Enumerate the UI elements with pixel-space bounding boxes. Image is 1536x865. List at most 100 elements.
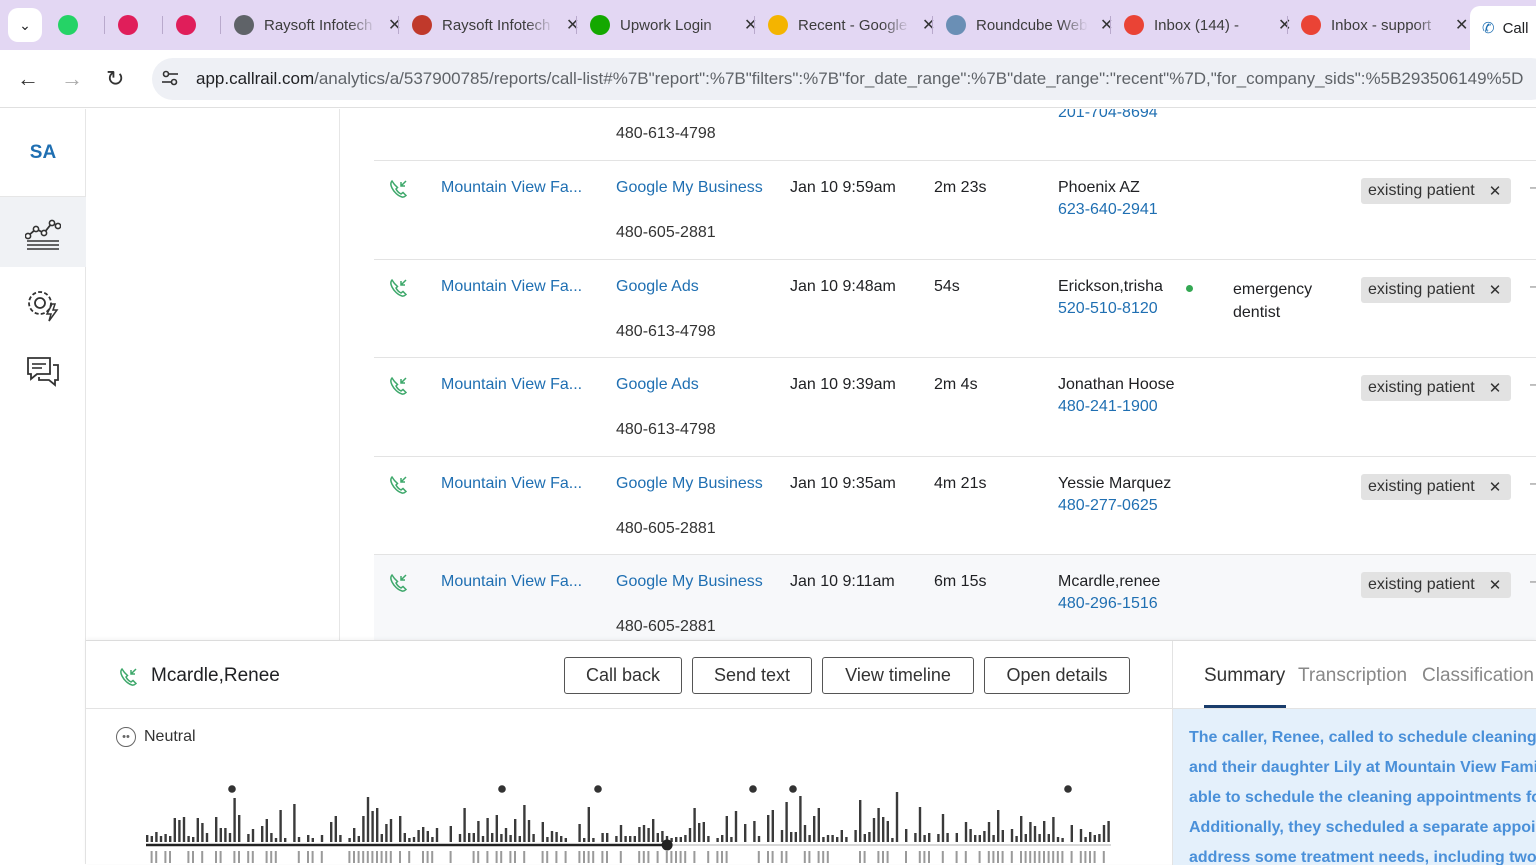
browser-tab[interactable]: Inbox - support ✕ <box>1301 8 1468 42</box>
waveform-bar <box>987 851 990 863</box>
caller-phone-link[interactable]: 480-241-1900 <box>1058 398 1158 416</box>
browser-tab[interactable]: Upwork Login ✕ <box>590 8 757 42</box>
nav-analytics[interactable] <box>0 197 86 267</box>
waveform-bar <box>187 836 190 842</box>
close-tab-icon[interactable]: ✕ <box>566 15 579 35</box>
incoming-call-icon <box>388 376 408 401</box>
waveform-bar <box>555 851 558 863</box>
browser-tab[interactable]: Raysoft Infotech ✕ <box>234 8 401 42</box>
remove-tag-icon[interactable]: ✕ <box>1489 281 1502 299</box>
close-tab-icon[interactable]: ✕ <box>1100 15 1113 35</box>
waveform-bar <box>771 810 774 842</box>
close-tab-icon[interactable]: ✕ <box>922 15 935 35</box>
remove-tag-icon[interactable]: ✕ <box>1489 182 1502 200</box>
waveform-bar <box>150 836 153 842</box>
tab-summary[interactable]: Summary <box>1204 665 1285 687</box>
source-link[interactable]: Google My Business <box>616 179 763 197</box>
speaker-marker[interactable] <box>498 785 506 793</box>
active-tab[interactable]: ✆ Call <box>1470 6 1536 50</box>
browser-tab[interactable]: Recent - Google ✕ <box>768 8 935 42</box>
company-link[interactable]: Mountain View Fa... <box>441 573 582 591</box>
address-bar[interactable]: app.callrail.com/analytics/a/537900785/r… <box>152 58 1536 100</box>
close-tab-icon[interactable]: ✕ <box>388 15 401 35</box>
speaker-marker[interactable] <box>749 785 757 793</box>
account-initials[interactable]: SA <box>0 109 86 197</box>
waveform-bar <box>173 818 176 842</box>
tag-chip[interactable]: existing patient ✕ <box>1361 277 1512 303</box>
audio-waveform-player[interactable] <box>146 781 1111 865</box>
speaker-marker[interactable] <box>594 785 602 793</box>
speaker-marker[interactable] <box>228 785 236 793</box>
table-row[interactable]: Mountain View Fa... Google Ads Jan 10 9:48… <box>374 260 1536 358</box>
nav-conversations[interactable] <box>0 337 86 407</box>
tab-classification[interactable]: Classification <box>1422 665 1534 687</box>
table-row[interactable]: Mountain View Fa... Google My Business Jan… <box>374 161 1536 260</box>
speaker-marker[interactable] <box>1064 785 1072 793</box>
table-row[interactable]: Mountain View Fa... Google Ads Jan 10 9:39… <box>374 358 1536 457</box>
company-link[interactable]: Mountain View Fa... <box>441 278 582 296</box>
send-text-button[interactable]: Send text <box>692 657 812 694</box>
company-link[interactable]: Mountain View Fa... <box>441 179 582 197</box>
source-link[interactable]: Google Ads <box>616 278 699 296</box>
neutral-face-icon: •• <box>116 727 136 747</box>
call-back-button[interactable]: Call back <box>564 657 682 694</box>
table-row[interactable]: Mountain View Fa... Google My Business Jan… <box>374 457 1536 555</box>
keyword-cell: emergency dentist <box>1233 281 1313 321</box>
site-settings-icon[interactable] <box>160 69 182 89</box>
browser-tab[interactable] <box>118 8 148 42</box>
browser-tab[interactable]: Raysoft Infotech ✕ <box>412 8 579 42</box>
view-timeline-button[interactable]: View timeline <box>822 657 974 694</box>
forward-arrow-icon[interactable]: → <box>61 66 83 92</box>
waveform-bar <box>817 808 820 842</box>
browser-tab[interactable]: Inbox (144) - ✕ <box>1124 8 1291 42</box>
browser-tab[interactable] <box>176 8 206 42</box>
browser-tab[interactable]: Roundcube Webmail ✕ <box>946 8 1113 42</box>
waveform-bar <box>169 851 171 863</box>
caller-phone-link[interactable]: 480-296-1516 <box>1058 595 1158 613</box>
close-tab-icon[interactable]: ✕ <box>1455 15 1468 35</box>
company-link[interactable]: Mountain View Fa... <box>441 376 582 394</box>
caller-phone-link[interactable]: 520-510-8120 <box>1058 300 1158 318</box>
waveform-bar <box>1024 851 1027 863</box>
open-details-button[interactable]: Open details <box>984 657 1130 694</box>
tab-transcription[interactable]: Transcription <box>1298 665 1407 687</box>
table-row[interactable]: 480-613-4798 201-704-8694 <box>374 109 1536 161</box>
nav-settings[interactable] <box>0 269 86 339</box>
left-navigation: SA <box>0 109 86 864</box>
source-link[interactable]: Google My Business <box>616 475 763 493</box>
close-tab-icon[interactable]: ✕ <box>744 15 757 35</box>
speaker-marker[interactable] <box>789 785 797 793</box>
caller-phone-link[interactable]: 201-704-8694 <box>1058 109 1158 122</box>
tag-chip[interactable]: existing patient ✕ <box>1361 474 1512 500</box>
tab-search-button[interactable]: ⌄ <box>8 8 42 42</box>
call-insights-panel: Summary Transcription Classification The… <box>1172 641 1536 865</box>
waveform-bar <box>767 815 770 842</box>
company-link[interactable]: Mountain View Fa... <box>441 475 582 493</box>
source-link[interactable]: Google Ads <box>616 376 699 394</box>
browser-tab[interactable] <box>58 8 88 42</box>
playhead-handle[interactable] <box>661 839 673 851</box>
call-time: Jan 10 9:11am <box>790 573 895 590</box>
tracking-number: 480-605-2881 <box>616 224 716 241</box>
reload-icon[interactable]: ↻ <box>106 66 124 92</box>
google-drive-icon <box>768 15 788 35</box>
call-summary: The caller, Renee, called to schedule cl… <box>1173 709 1536 865</box>
waveform-bar <box>1010 829 1014 842</box>
remove-tag-icon[interactable]: ✕ <box>1489 478 1502 496</box>
remove-tag-icon[interactable]: ✕ <box>1489 379 1502 397</box>
browser-tab-bar: ⌄ Raysoft Infotech ✕ Raysoft Infotech ✕ Upwo… <box>0 0 1536 50</box>
waveform-bar <box>449 851 452 863</box>
back-arrow-icon[interactable]: ← <box>17 66 39 92</box>
remove-tag-icon[interactable]: ✕ <box>1489 576 1502 594</box>
table-row[interactable]: Mountain View Fa... Google My Business Jan… <box>374 555 1536 640</box>
caller-phone-link[interactable]: 623-640-2941 <box>1058 201 1158 219</box>
tag-chip[interactable]: existing patient ✕ <box>1361 572 1512 598</box>
tag-chip[interactable]: existing patient ✕ <box>1361 178 1512 204</box>
caller-phone-link[interactable]: 480-277-0625 <box>1058 497 1158 515</box>
source-link[interactable]: Google My Business <box>616 573 763 591</box>
waveform-bar <box>481 836 485 842</box>
browser-tab-label: Raysoft Infotech <box>442 16 551 34</box>
close-tab-icon[interactable]: ✕ <box>1278 15 1291 35</box>
tag-chip[interactable]: existing patient ✕ <box>1361 375 1512 401</box>
waveform-bar <box>357 851 360 863</box>
